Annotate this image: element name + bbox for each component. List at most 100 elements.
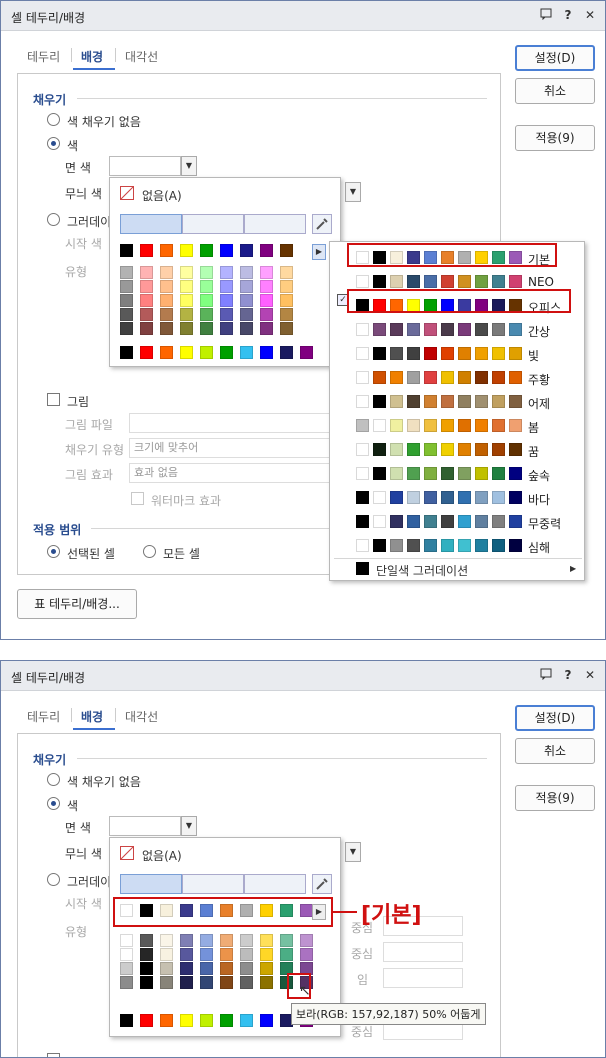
palette-swatch[interactable] <box>424 395 437 408</box>
close-icon[interactable]: ✕ <box>583 668 597 682</box>
palette-swatch[interactable] <box>373 515 386 528</box>
palette-swatch[interactable] <box>475 491 488 504</box>
shade-swatch[interactable] <box>300 934 313 947</box>
shade-swatch[interactable] <box>120 322 133 335</box>
gradient-radio[interactable] <box>47 213 60 226</box>
shade-swatch[interactable] <box>200 976 213 989</box>
shade-swatch[interactable] <box>180 322 193 335</box>
shade-swatch[interactable] <box>260 948 273 961</box>
color-radio[interactable] <box>47 137 60 150</box>
palette-swatch[interactable] <box>441 419 454 432</box>
pattern-dropdown[interactable]: ▼ <box>345 182 361 202</box>
no-fill-radio[interactable] <box>47 113 60 126</box>
shade-swatch[interactable] <box>120 934 133 947</box>
shade-swatch[interactable] <box>260 934 273 947</box>
shade-swatch[interactable] <box>180 962 193 975</box>
standard-swatch[interactable] <box>240 346 253 359</box>
palette-swatch[interactable] <box>441 515 454 528</box>
table-border-button[interactable]: 표 테두리/배경... <box>17 589 137 619</box>
palette-swatch[interactable] <box>356 371 369 384</box>
picture-checkbox[interactable] <box>47 1053 60 1057</box>
palette-swatch[interactable] <box>390 395 403 408</box>
palette-swatch[interactable] <box>509 323 522 336</box>
palette-swatch[interactable] <box>509 371 522 384</box>
shade-swatch[interactable] <box>200 962 213 975</box>
shade-swatch[interactable] <box>160 322 173 335</box>
shade-swatch[interactable] <box>140 280 153 293</box>
palette-swatch[interactable] <box>424 515 437 528</box>
palette-swatch[interactable] <box>441 539 454 552</box>
standard-swatch[interactable] <box>120 1014 133 1027</box>
apply-button[interactable]: 적용(9) <box>515 785 595 811</box>
shade-swatch[interactable] <box>220 308 233 321</box>
shade-swatch[interactable] <box>160 962 173 975</box>
palette-swatch[interactable] <box>390 443 403 456</box>
picker-tab-spectrum[interactable] <box>182 214 244 234</box>
palette-swatch[interactable] <box>458 419 471 432</box>
shade-swatch[interactable] <box>120 280 133 293</box>
palette-swatch[interactable] <box>492 419 505 432</box>
shade-swatch[interactable] <box>140 976 153 989</box>
standard-swatch[interactable] <box>300 346 313 359</box>
pattern-dropdown[interactable]: ▼ <box>345 842 361 862</box>
shade-swatch[interactable] <box>200 948 213 961</box>
palette-swatch[interactable] <box>407 347 420 360</box>
shade-swatch[interactable] <box>260 322 273 335</box>
palette-swatch[interactable] <box>373 323 386 336</box>
palette-swatch[interactable] <box>407 275 420 288</box>
shade-swatch[interactable] <box>140 934 153 947</box>
palette-swatch[interactable] <box>458 347 471 360</box>
shade-swatch[interactable] <box>260 294 273 307</box>
palette-swatch[interactable] <box>373 491 386 504</box>
palette-swatch[interactable] <box>458 443 471 456</box>
shade-swatch[interactable] <box>120 294 133 307</box>
cancel-button[interactable]: 취소 <box>515 738 595 764</box>
shade-swatch[interactable] <box>180 266 193 279</box>
picture-checkbox[interactable] <box>47 393 60 406</box>
palette-swatch[interactable] <box>475 395 488 408</box>
palette-swatch[interactable] <box>373 347 386 360</box>
palette-option[interactable]: 간상 <box>330 318 580 342</box>
palette-swatch[interactable] <box>475 371 488 384</box>
palette-swatch[interactable] <box>441 371 454 384</box>
shade-swatch[interactable] <box>220 266 233 279</box>
shade-swatch[interactable] <box>240 934 253 947</box>
palette-swatch[interactable] <box>407 539 420 552</box>
face-color-dropdown[interactable]: ▼ <box>181 156 197 176</box>
palette-swatch[interactable] <box>390 539 403 552</box>
standard-swatch[interactable] <box>180 1014 193 1027</box>
close-icon[interactable]: ✕ <box>583 8 597 22</box>
shade-swatch[interactable] <box>280 266 293 279</box>
shade-swatch[interactable] <box>220 934 233 947</box>
shade-swatch[interactable] <box>120 976 133 989</box>
palette-swatch[interactable] <box>356 395 369 408</box>
palette-swatch[interactable] <box>509 275 522 288</box>
standard-swatch[interactable] <box>200 346 213 359</box>
shade-swatch[interactable] <box>120 266 133 279</box>
palette-swatch[interactable] <box>492 347 505 360</box>
shade-swatch[interactable] <box>160 266 173 279</box>
palette-swatch[interactable] <box>458 371 471 384</box>
palette-swatch[interactable] <box>509 395 522 408</box>
palette-swatch[interactable] <box>373 419 386 432</box>
shade-swatch[interactable] <box>220 294 233 307</box>
palette-swatch[interactable] <box>509 467 522 480</box>
ok-button[interactable]: 설정(D) <box>515 45 595 71</box>
standard-swatch[interactable] <box>260 346 273 359</box>
palette-swatch[interactable] <box>458 539 471 552</box>
standard-swatch[interactable] <box>160 346 173 359</box>
tab-border[interactable]: 테두리 <box>27 708 60 725</box>
tab-background[interactable]: 배경 <box>81 708 103 725</box>
palette-swatch[interactable] <box>424 419 437 432</box>
palette-swatch[interactable] <box>509 347 522 360</box>
shade-swatch[interactable] <box>180 280 193 293</box>
face-color-field[interactable] <box>109 156 181 176</box>
palette-swatch[interactable] <box>492 443 505 456</box>
shade-swatch[interactable] <box>200 266 213 279</box>
palette-swatch[interactable] <box>475 275 488 288</box>
palette-swatch[interactable] <box>492 467 505 480</box>
apply-button[interactable]: 적용(9) <box>515 125 595 151</box>
palette-swatch[interactable] <box>356 491 369 504</box>
palette-swatch[interactable] <box>441 443 454 456</box>
palette-swatch[interactable] <box>475 467 488 480</box>
